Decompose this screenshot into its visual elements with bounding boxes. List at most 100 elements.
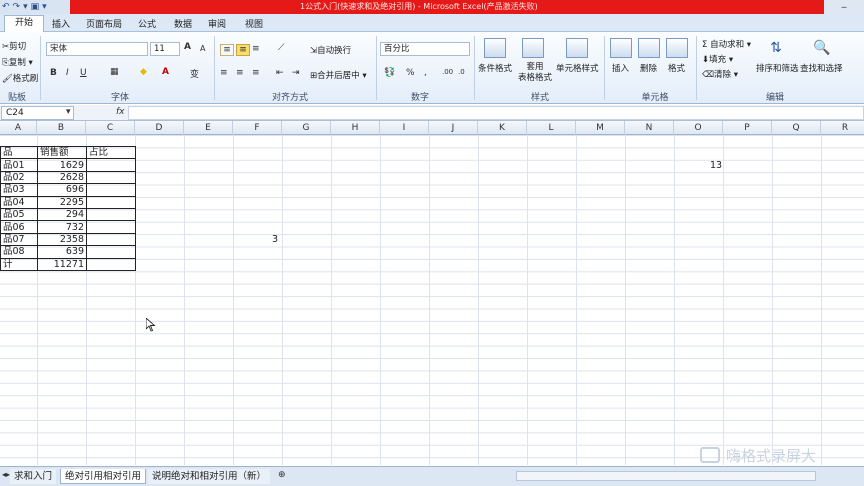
table-cell[interactable] bbox=[86, 183, 136, 197]
align-top-icon[interactable]: ≡ bbox=[220, 44, 234, 56]
comma-button[interactable]: , bbox=[424, 68, 427, 78]
shrink-font-icon[interactable]: A bbox=[200, 44, 205, 53]
align-left-icon[interactable]: ≡ bbox=[220, 68, 228, 78]
column-header-q[interactable]: Q bbox=[772, 121, 821, 135]
column-header-m[interactable]: M bbox=[576, 121, 625, 135]
format-cells-button[interactable]: 格式 bbox=[668, 62, 685, 74]
sheet-tab-2[interactable]: 绝对引用相对引用 bbox=[60, 469, 147, 484]
wrap-text-button[interactable]: ⇲自动换行 bbox=[310, 44, 351, 56]
name-box[interactable]: C24 bbox=[1, 106, 74, 120]
sort-filter-icon[interactable]: ⇅ bbox=[766, 38, 786, 58]
column-header-l[interactable]: L bbox=[527, 121, 576, 135]
cell-styles-button[interactable]: 单元格样式 bbox=[556, 62, 599, 74]
column-header-b[interactable]: B bbox=[37, 121, 86, 135]
sheet-tab-1[interactable]: 求和入门 bbox=[10, 469, 57, 484]
delete-cells-button[interactable]: 删除 bbox=[640, 62, 657, 74]
tab-view[interactable]: 视图 bbox=[245, 17, 263, 30]
column-header-f[interactable]: F bbox=[233, 121, 282, 135]
redo-icon[interactable]: ↷ bbox=[13, 2, 21, 12]
cell-o[interactable]: 13 bbox=[710, 160, 726, 172]
formula-input[interactable] bbox=[128, 106, 864, 120]
merge-center-button[interactable]: ⊞合并后居中 ▾ bbox=[310, 69, 367, 81]
table-cell[interactable]: 品04 bbox=[0, 195, 38, 209]
format-painter-button[interactable]: 🖌格式刷 bbox=[2, 72, 38, 84]
table-cell[interactable]: 品03 bbox=[0, 183, 38, 197]
new-sheet-icon[interactable]: ⊕ bbox=[278, 470, 286, 480]
table-cell[interactable]: 2628 bbox=[37, 170, 87, 185]
table-cell[interactable] bbox=[86, 257, 136, 271]
table-cell[interactable]: 11271 bbox=[37, 257, 87, 271]
column-header-d[interactable]: D bbox=[135, 121, 184, 135]
horizontal-scrollbar[interactable] bbox=[516, 471, 816, 481]
align-center-icon[interactable]: ≡ bbox=[236, 68, 244, 78]
tab-page-layout[interactable]: 页面布局 bbox=[86, 17, 122, 30]
table-cell[interactable]: 计 bbox=[0, 257, 38, 271]
orientation-icon[interactable]: ⟋ bbox=[278, 43, 284, 53]
column-header-k[interactable]: K bbox=[478, 121, 527, 135]
border-icon[interactable]: ▦ bbox=[110, 67, 119, 77]
table-cell[interactable] bbox=[86, 220, 136, 234]
font-color-icon[interactable]: A bbox=[162, 67, 169, 77]
chevron-down-icon[interactable]: ▾ bbox=[23, 2, 28, 12]
percent-button[interactable]: % bbox=[406, 68, 415, 78]
column-header-j[interactable]: J bbox=[429, 121, 478, 135]
grow-font-icon[interactable]: A bbox=[184, 42, 191, 52]
table-cell[interactable] bbox=[86, 195, 136, 209]
table-cell[interactable] bbox=[86, 170, 136, 185]
table-cell[interactable]: 品02 bbox=[0, 170, 38, 185]
insert-function-button[interactable]: fx bbox=[116, 107, 125, 117]
tab-insert[interactable]: 插入 bbox=[52, 17, 70, 30]
insert-cells-icon[interactable] bbox=[610, 38, 632, 58]
font-name-select[interactable]: 宋体 bbox=[46, 42, 148, 56]
align-bottom-icon[interactable]: ≡ bbox=[252, 44, 260, 54]
table-cell[interactable] bbox=[86, 245, 136, 259]
table-cell[interactable]: 品08 bbox=[0, 245, 38, 259]
table-cell[interactable] bbox=[86, 207, 136, 222]
tab-home[interactable]: 开始 bbox=[4, 15, 44, 32]
conditional-format-button[interactable]: 条件格式 bbox=[478, 62, 512, 74]
column-header-c[interactable]: C bbox=[86, 121, 135, 135]
table-cell[interactable]: 696 bbox=[37, 183, 87, 197]
font-size-select[interactable]: 11 bbox=[150, 42, 180, 56]
decrease-decimal-icon[interactable]: .0 bbox=[458, 68, 465, 76]
align-middle-icon[interactable]: ≡ bbox=[236, 44, 250, 56]
table-cell[interactable] bbox=[86, 158, 136, 172]
fill-button[interactable]: ⬇填充 ▾ bbox=[702, 53, 733, 65]
bold-button[interactable]: B bbox=[50, 68, 57, 78]
customize-qat-icon[interactable]: ▾ bbox=[42, 2, 47, 12]
underline-button[interactable]: U bbox=[80, 68, 87, 78]
format-as-table-button[interactable]: 套用 表格格式 bbox=[518, 62, 552, 84]
table-header-cell[interactable]: 销售额 bbox=[37, 145, 87, 160]
cut-button[interactable]: ✂剪切 bbox=[2, 40, 26, 52]
tab-data[interactable]: 数据 bbox=[174, 17, 192, 30]
table-cell[interactable]: 1629 bbox=[37, 158, 87, 172]
column-header-g[interactable]: G bbox=[282, 121, 331, 135]
find-select-button[interactable]: 查找和选择 bbox=[800, 62, 843, 74]
table-cell[interactable] bbox=[86, 232, 136, 247]
sort-filter-button[interactable]: 排序和筛选 bbox=[756, 62, 799, 74]
sheet-tab-3[interactable]: 说明绝对和相对引用（新） bbox=[148, 469, 271, 484]
column-header-p[interactable]: P bbox=[723, 121, 772, 135]
currency-icon[interactable]: 💱 bbox=[384, 68, 395, 78]
undo-icon[interactable]: ↶ bbox=[2, 2, 10, 12]
copy-button[interactable]: ⎘复制 ▾ bbox=[2, 56, 33, 68]
align-right-icon[interactable]: ≡ bbox=[252, 68, 260, 78]
column-header-o[interactable]: O bbox=[674, 121, 723, 135]
indent-increase-icon[interactable]: ⇥ bbox=[292, 68, 300, 78]
column-header-e[interactable]: E bbox=[184, 121, 233, 135]
phonetic-icon[interactable]: 变 bbox=[190, 67, 199, 80]
cell-styles-icon[interactable] bbox=[566, 38, 588, 58]
delete-cells-icon[interactable] bbox=[638, 38, 660, 58]
chevron-down-icon[interactable]: ▾ bbox=[66, 107, 71, 117]
save-icon[interactable]: ▣ bbox=[31, 2, 40, 12]
column-header-n[interactable]: N bbox=[625, 121, 674, 135]
italic-button[interactable]: I bbox=[66, 68, 69, 78]
table-cell[interactable]: 639 bbox=[37, 245, 87, 259]
table-cell[interactable]: 732 bbox=[37, 220, 87, 234]
table-cell[interactable]: 品06 bbox=[0, 220, 38, 234]
format-as-table-icon[interactable] bbox=[522, 38, 544, 58]
indent-decrease-icon[interactable]: ⇤ bbox=[276, 68, 284, 78]
format-cells-icon[interactable] bbox=[666, 38, 688, 58]
increase-decimal-icon[interactable]: .00 bbox=[442, 68, 453, 76]
fill-color-icon[interactable]: ◆ bbox=[140, 67, 147, 77]
